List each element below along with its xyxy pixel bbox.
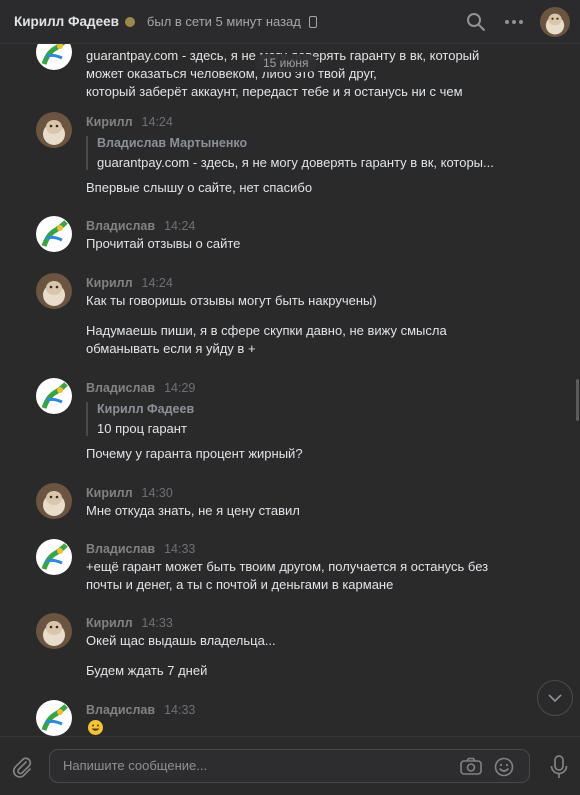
message-text: почты и денег, а ты с почтой и деньгами …: [86, 577, 394, 592]
message-header: Владислав 14:33: [86, 703, 195, 717]
message-history[interactable]: guarantpay.com - здесь, я не могу доверя…: [0, 44, 580, 736]
message-text: Впервые слышу о сайте, нет спасибо: [86, 180, 313, 195]
date-separator: 15 июня: [255, 54, 317, 72]
sender-name[interactable]: Кирилл: [86, 616, 133, 630]
message-time[interactable]: 14:24: [142, 115, 173, 129]
header-avatar[interactable]: [540, 7, 570, 37]
quote-author: Владислав Мартыненко: [97, 136, 248, 150]
message-text: Будем ждать 7 дней: [86, 663, 208, 678]
message-header: Владислав 14:29: [86, 381, 195, 395]
emoji-button[interactable]: [494, 757, 514, 782]
chat-header: Кирилл Фадеев был в сети 5 минут назад: [0, 0, 580, 44]
mobile-icon: [308, 15, 317, 28]
more-icon: [505, 20, 523, 24]
message-composer: Напишите сообщение...: [0, 736, 580, 795]
sender-name[interactable]: Владислав: [86, 542, 155, 556]
message-text: Почему у гаранта процент жирный?: [86, 446, 303, 461]
grinning-face-icon: [88, 720, 103, 735]
message-time[interactable]: 14:30: [142, 486, 173, 500]
sender-name[interactable]: Владислав: [86, 219, 155, 233]
message-text: Как ты говоришь отзывы могут быть накруч…: [86, 293, 377, 308]
message-time[interactable]: 14:24: [164, 219, 195, 233]
avatar[interactable]: [36, 700, 72, 736]
quote-text: guarantpay.com - здесь, я не могу доверя…: [97, 155, 494, 170]
message-text: может оказаться человеком, либо это твой…: [86, 66, 377, 81]
message-header: Кирилл 14:33: [86, 616, 173, 630]
search-button[interactable]: [460, 4, 492, 40]
scrollbar[interactable]: [576, 379, 579, 421]
sender-name[interactable]: Владислав: [86, 703, 155, 717]
search-icon: [467, 13, 485, 31]
avatar[interactable]: [36, 273, 72, 309]
verified-icon: [124, 16, 135, 27]
avatar[interactable]: [36, 112, 72, 148]
message-text: +ещё гарант может быть твоим другом, пол…: [86, 559, 489, 574]
message-header: Кирилл 14:30: [86, 486, 173, 500]
avatar[interactable]: [36, 216, 72, 252]
message-header: Владислав 14:33: [86, 542, 195, 556]
quoted-message[interactable]: Кирилл Фадеев 10 проц гарант: [86, 402, 194, 436]
sender-name[interactable]: Владислав: [86, 381, 155, 395]
smile-icon: [494, 757, 514, 777]
message-header: Владислав 14:24: [86, 219, 195, 233]
message-time[interactable]: 14:33: [164, 542, 195, 556]
message-text: Окей щас выдашь владельца...: [86, 633, 276, 648]
message-time[interactable]: 14:29: [164, 381, 195, 395]
sender-name[interactable]: Кирилл: [86, 276, 133, 290]
camera-button[interactable]: [460, 757, 482, 780]
message-text: обманывать если я уйду в +: [86, 341, 256, 356]
quoted-message[interactable]: Владислав Мартыненко guarantpay.com - зд…: [86, 136, 494, 170]
message-text: который заберёт аккаунт, передаст тебе и…: [86, 84, 463, 99]
avatar[interactable]: [36, 613, 72, 649]
avatar[interactable]: [36, 44, 72, 70]
message-text: Прочитай отзывы о сайте: [86, 236, 241, 251]
sender-name[interactable]: Кирилл: [86, 115, 133, 129]
message-time[interactable]: 14:33: [164, 703, 195, 717]
camera-icon: [460, 757, 482, 775]
message-text: Надумаешь пиши, я в сфере скупки давно, …: [86, 323, 447, 338]
paperclip-icon: [12, 757, 32, 778]
avatar[interactable]: [36, 483, 72, 519]
sender-name[interactable]: Кирилл: [86, 486, 133, 500]
message-time[interactable]: 14:24: [142, 276, 173, 290]
avatar[interactable]: [36, 539, 72, 575]
quote-author: Кирилл Фадеев: [97, 402, 195, 416]
scroll-down-button[interactable]: [537, 680, 573, 716]
avatar[interactable]: [36, 378, 72, 414]
message-input[interactable]: Напишите сообщение...: [49, 749, 530, 783]
message-text: Мне откуда знать, не я цену ставил: [86, 503, 300, 518]
microphone-icon: [550, 755, 568, 778]
attach-button[interactable]: [10, 755, 34, 779]
message-header: Кирилл 14:24: [86, 115, 173, 129]
chat-title[interactable]: Кирилл Фадеев: [14, 14, 119, 29]
chevron-down-icon: [548, 694, 562, 702]
online-status: был в сети 5 минут назад: [146, 14, 301, 29]
message-header: Кирилл 14:24: [86, 276, 173, 290]
message-time[interactable]: 14:33: [142, 616, 173, 630]
voice-message-button[interactable]: [549, 755, 569, 784]
more-button[interactable]: [498, 4, 530, 40]
quote-text: 10 проц гарант: [97, 421, 187, 436]
